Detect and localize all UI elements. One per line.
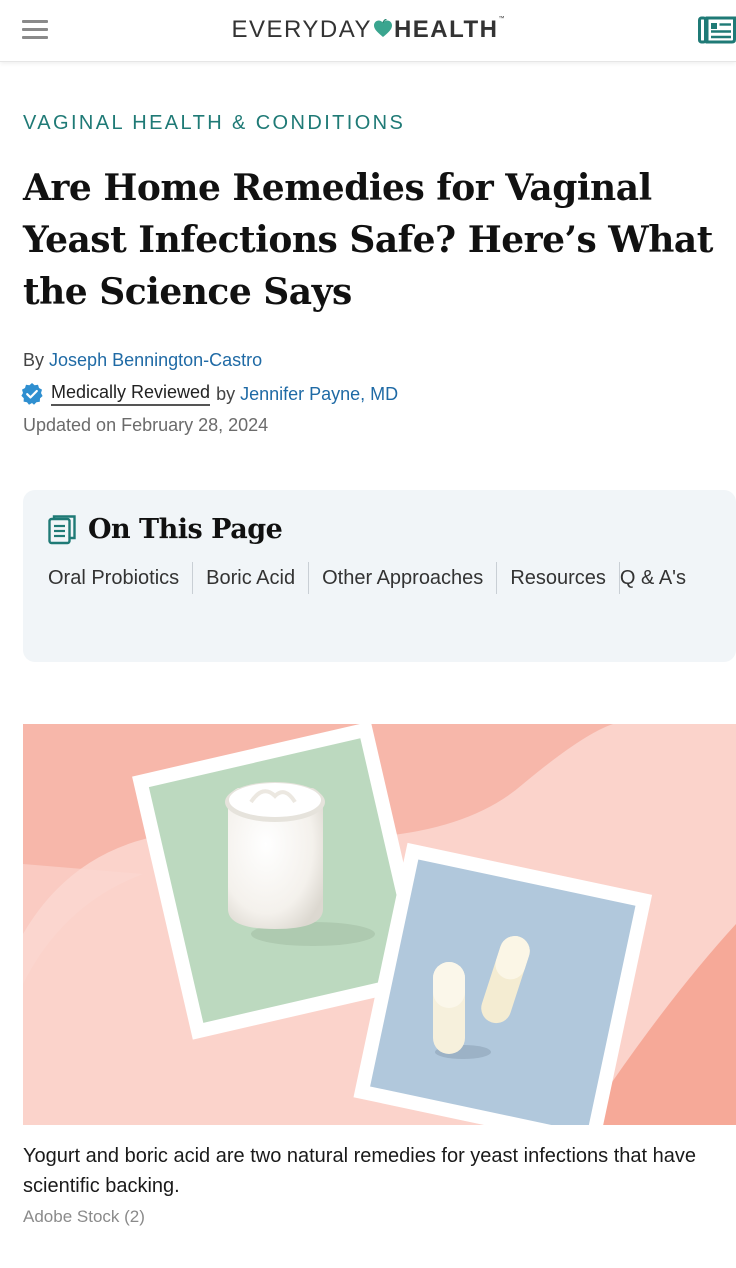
verified-badge-icon	[21, 383, 43, 405]
category-link[interactable]: VAGINAL HEALTH & CONDITIONS	[23, 112, 405, 135]
toc-links: Oral Probiotics Boric Acid Other Approac…	[48, 562, 728, 606]
newspaper-icon[interactable]	[698, 16, 736, 46]
toc-link-oral-probiotics[interactable]: Oral Probiotics	[48, 562, 194, 594]
on-this-page-box: On This Page Oral Probiotics Boric Acid …	[23, 490, 736, 662]
image-caption: Yogurt and boric acid are two natural re…	[23, 1145, 696, 1197]
logo-word-health: HEALTH	[393, 16, 499, 43]
logo-trademark: ™	[498, 16, 505, 22]
logo-word-everyday: EVERYDAY	[231, 16, 372, 43]
author-link[interactable]: Joseph Bennington-Castro	[49, 350, 262, 370]
yogurt-and-capsules-illustration	[23, 724, 736, 1125]
reviewer-link[interactable]: Jennifer Payne, MD	[240, 384, 398, 405]
author-line: By Joseph Bennington-Castro	[23, 350, 262, 371]
by-label: By	[23, 350, 45, 370]
site-logo[interactable]: EVERYDAY HEALTH™	[0, 16, 736, 44]
table-of-contents-icon	[48, 514, 76, 544]
hero-image	[23, 724, 736, 1125]
top-navigation-bar: EVERYDAY HEALTH™	[0, 0, 736, 62]
toc-link-other-approaches[interactable]: Other Approaches	[309, 562, 498, 594]
medically-reviewed-link[interactable]: Medically Reviewed	[51, 382, 211, 406]
toc-link-boric-acid[interactable]: Boric Acid	[193, 562, 310, 594]
on-this-page-header: On This Page	[48, 514, 283, 545]
on-this-page-title: On This Page	[88, 514, 283, 545]
heart-icon	[373, 19, 392, 37]
toc-link-resources[interactable]: Resources	[497, 562, 620, 594]
article-title: Are Home Remedies for Vaginal Yeast Infe…	[23, 167, 713, 313]
toc-link-q-and-a[interactable]: Q & A's	[620, 562, 699, 594]
updated-date: Updated on February 28, 2024	[23, 415, 269, 435]
reviewer-line: Medically Reviewed by Jennifer Payne, MD	[20, 382, 398, 406]
reviewed-by-label: by	[216, 383, 236, 404]
image-credit: Adobe Stock (2)	[23, 1207, 145, 1226]
